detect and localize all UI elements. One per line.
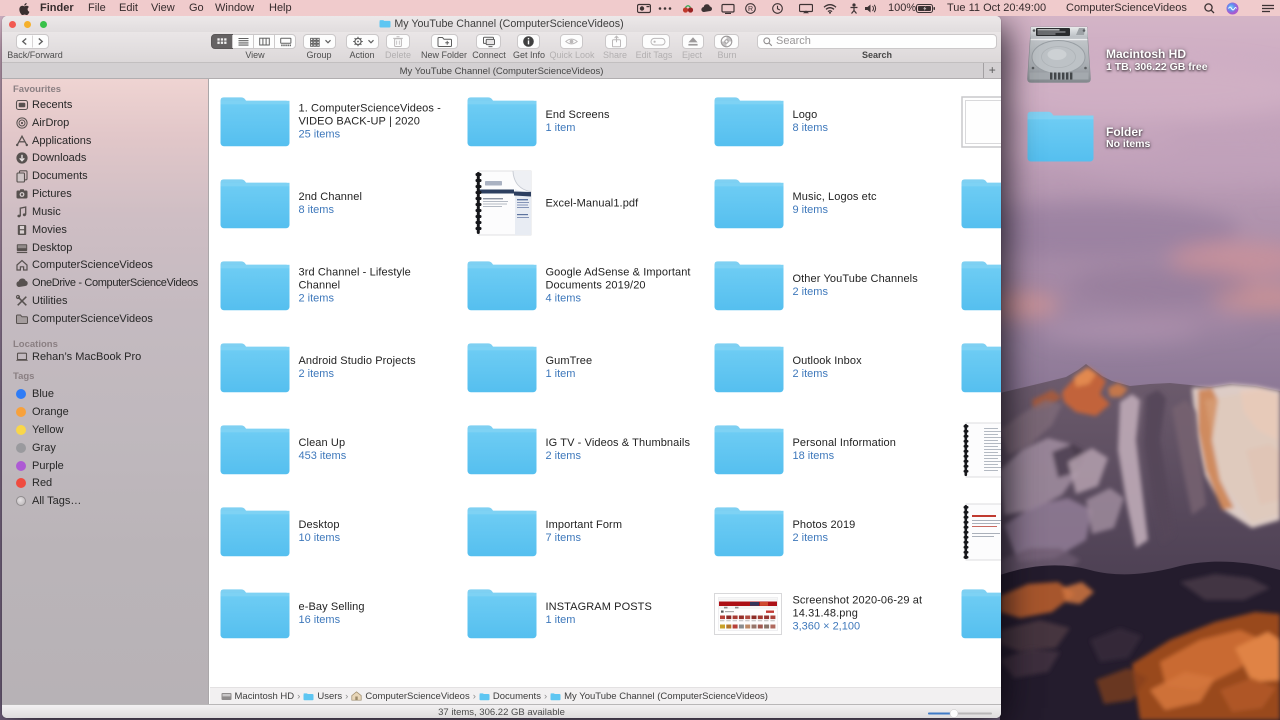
- svg-text:R: R: [748, 6, 753, 13]
